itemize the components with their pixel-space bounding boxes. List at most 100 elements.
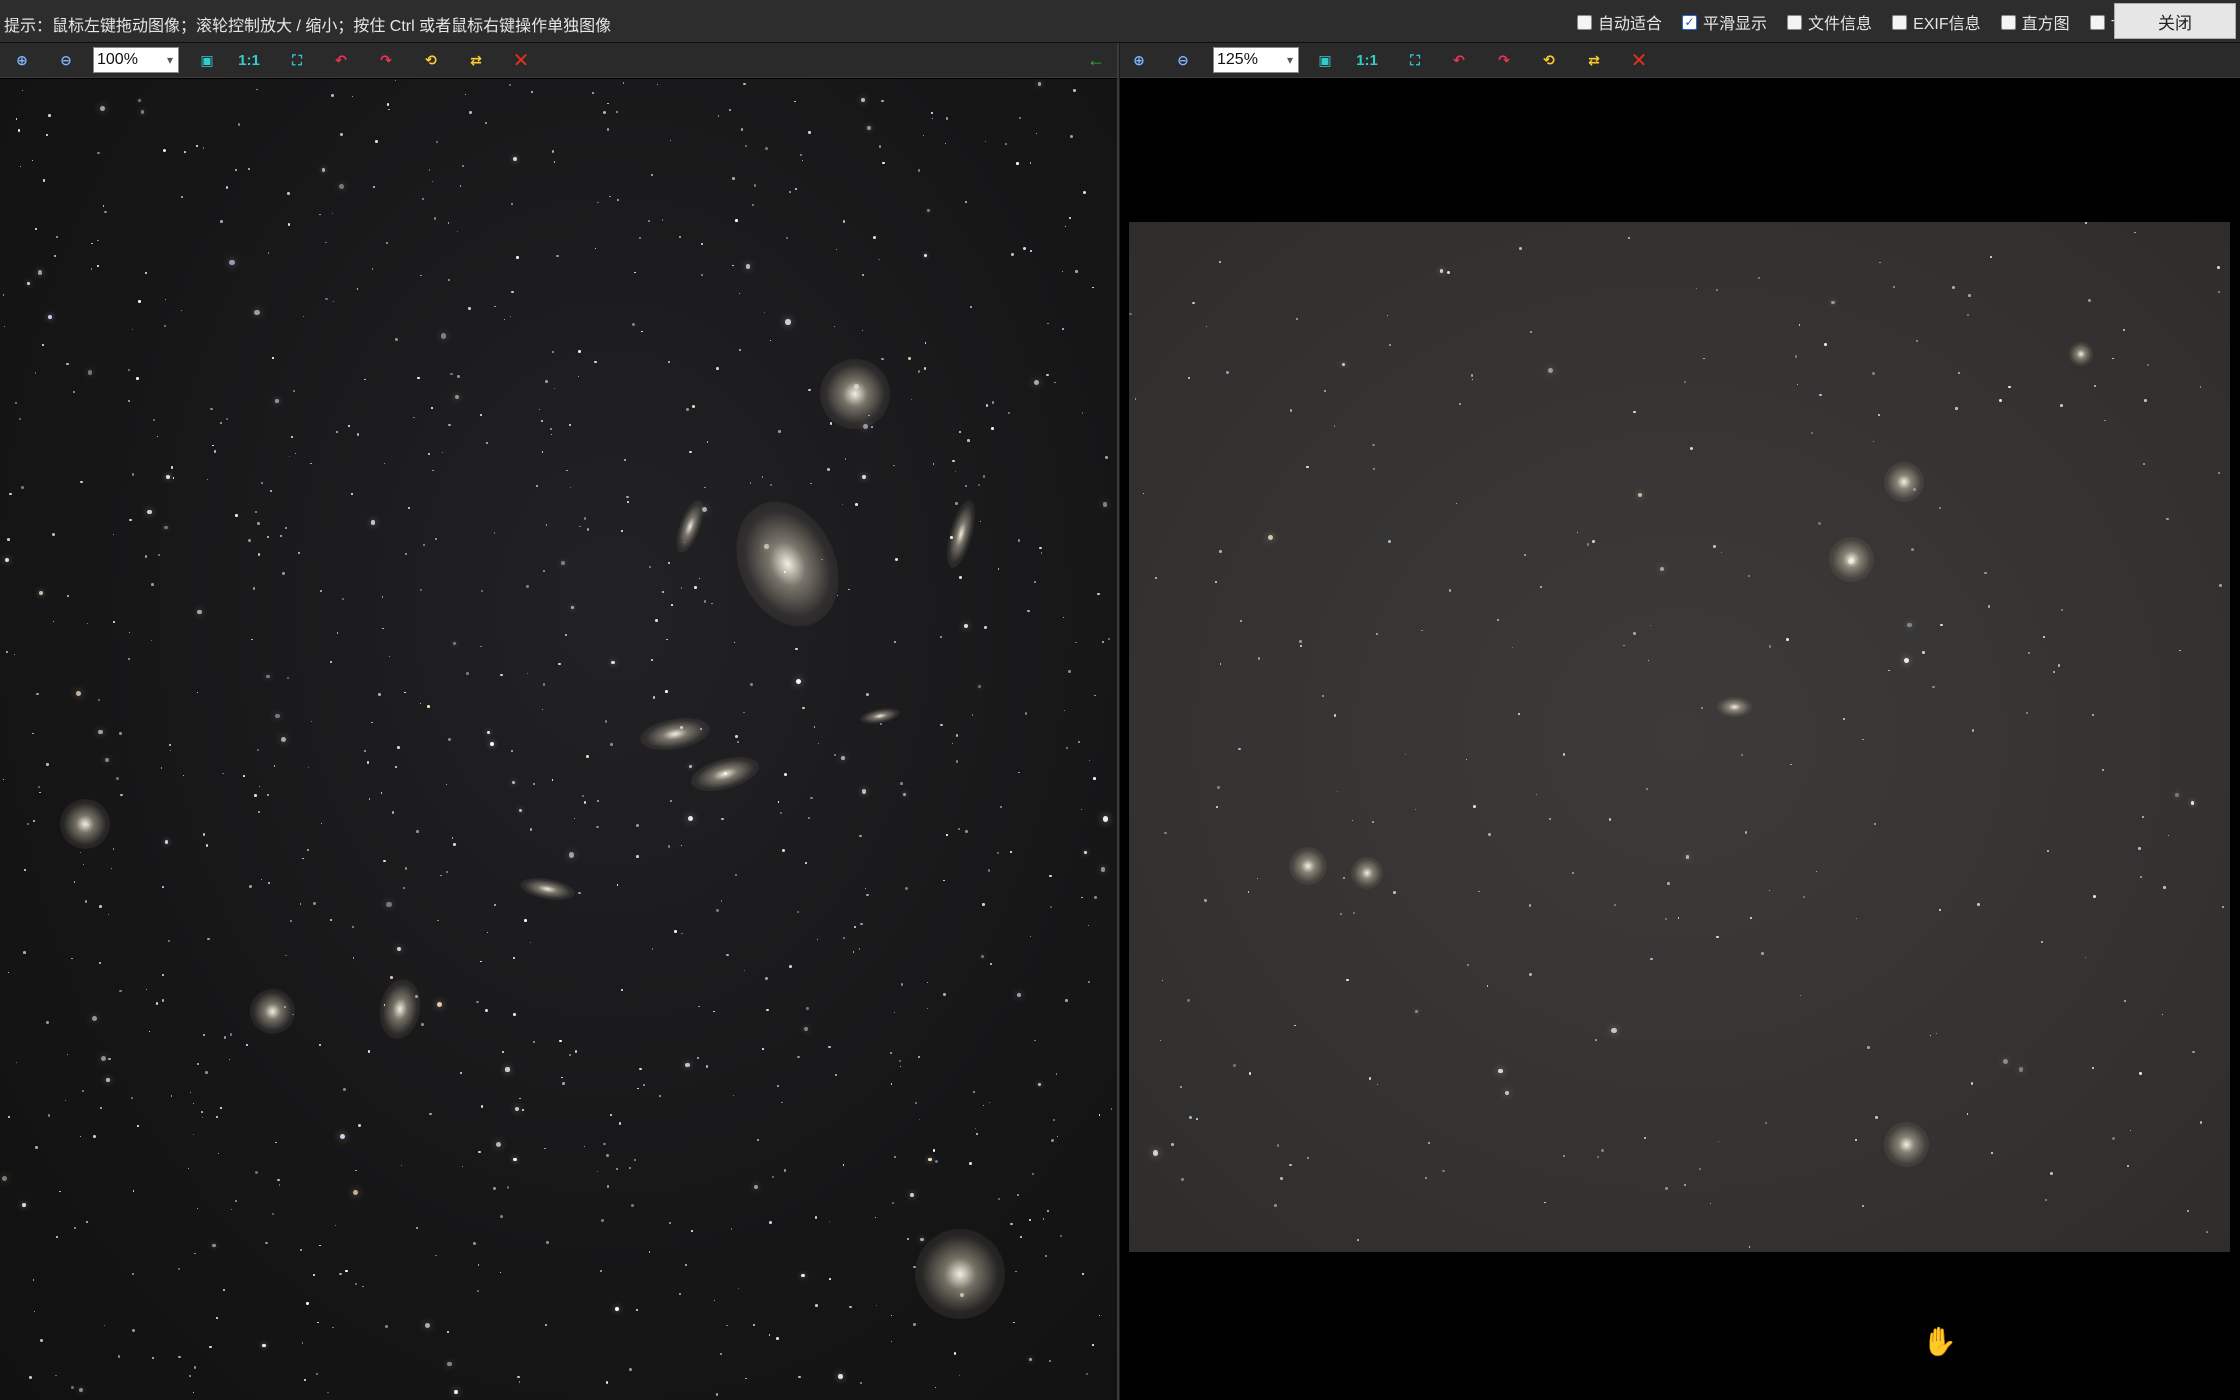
star: [880, 723, 883, 726]
star: [350, 492, 354, 496]
star: [1938, 507, 1941, 510]
zoom-in-icon[interactable]: ⊕: [11, 49, 33, 71]
star: [545, 524, 548, 527]
star: [568, 852, 575, 858]
star: [501, 1050, 504, 1054]
star: [542, 569, 545, 572]
right-star-image[interactable]: [1129, 222, 2230, 1252]
star: [329, 660, 332, 663]
rotate-left-icon[interactable]: ↶: [330, 49, 352, 71]
left-star-image[interactable]: [0, 79, 1117, 1400]
fit-window-icon[interactable]: ▣: [196, 49, 218, 71]
star: [21, 1203, 26, 1208]
right-image-pane[interactable]: ⊕ ⊖ 125% ▾ ▣ 1:1 ⛶ ↶ ↷ ⟲ ⇄ ✕: [1120, 43, 2240, 1400]
star: [131, 328, 134, 331]
arrow-left-icon[interactable]: ←: [1085, 49, 1107, 71]
star: [889, 1051, 892, 1054]
actual-size-button[interactable]: 1:1: [1356, 49, 1378, 71]
swap-icon[interactable]: ⇄: [1583, 49, 1605, 71]
exif-info-checkbox[interactable]: [1892, 14, 1908, 30]
star: [650, 659, 653, 661]
star: [1817, 522, 1821, 525]
star: [202, 833, 206, 836]
star: [546, 1241, 549, 1245]
option-smooth-display[interactable]: ✓ 平滑显示: [1682, 10, 1767, 34]
star: [1110, 1107, 1113, 1110]
star: [405, 552, 407, 555]
rotate-right-icon[interactable]: ↷: [1493, 49, 1515, 71]
auto-fit-checkbox[interactable]: [1577, 14, 1593, 30]
star: [275, 1142, 277, 1144]
star: [1247, 891, 1250, 893]
zoom-out-icon[interactable]: ⊖: [55, 49, 77, 71]
fit-screen-icon[interactable]: ⛶: [286, 49, 308, 71]
option-auto-fit[interactable]: 自动适合: [1577, 10, 1662, 34]
star: [1072, 89, 1076, 92]
sync-icon[interactable]: ⟲: [420, 49, 442, 71]
swap-icon[interactable]: ⇄: [465, 49, 487, 71]
star: [1170, 1143, 1174, 1147]
star: [384, 463, 386, 465]
star: [1153, 1150, 1159, 1156]
zoom-out-icon[interactable]: ⊖: [1172, 49, 1194, 71]
star: [704, 486, 706, 489]
fit-window-icon[interactable]: ▣: [1314, 49, 1336, 71]
star: [838, 1374, 843, 1379]
star: [560, 560, 565, 565]
plus-checkbox[interactable]: [2089, 14, 2105, 30]
sync-icon[interactable]: ⟲: [1538, 49, 1560, 71]
star: [52, 533, 56, 537]
star: [730, 1228, 733, 1231]
star: [1744, 831, 1747, 834]
right-zoom-select[interactable]: 125% ▾: [1213, 47, 1299, 73]
rotate-left-icon[interactable]: ↶: [1448, 49, 1470, 71]
actual-size-button[interactable]: 1:1: [238, 49, 260, 71]
close-button[interactable]: 关闭: [2114, 3, 2236, 39]
star: [1664, 917, 1668, 921]
star: [1368, 1077, 1372, 1080]
star: [140, 110, 145, 114]
star: [403, 887, 405, 890]
star: [294, 452, 297, 455]
star: [1033, 379, 1039, 385]
star: [956, 734, 959, 737]
star: [798, 1375, 801, 1379]
histogram-checkbox[interactable]: [2000, 14, 2016, 30]
star: [1984, 571, 1987, 575]
star: [518, 809, 522, 813]
star: [569, 1053, 572, 1056]
star: [1143, 493, 1145, 495]
star: [795, 647, 799, 651]
fit-screen-icon[interactable]: ⛶: [1404, 49, 1426, 71]
rotate-right-icon[interactable]: ↷: [375, 49, 397, 71]
star: [229, 1033, 233, 1036]
option-file-info[interactable]: 文件信息: [1787, 10, 1872, 34]
star: [891, 1315, 893, 1317]
star: [1333, 714, 1337, 717]
star: [446, 1330, 450, 1334]
star: [1014, 1270, 1017, 1273]
star: [1189, 1116, 1192, 1119]
option-histogram[interactable]: 直方图: [2000, 10, 2070, 34]
star: [765, 977, 769, 981]
star: [1154, 576, 1157, 579]
star: [1467, 963, 1470, 966]
option-exif-info[interactable]: EXIF信息: [1892, 10, 1981, 34]
star: [455, 394, 459, 399]
close-icon[interactable]: ✕: [1628, 49, 1650, 72]
star: [420, 589, 423, 592]
star: [1049, 1359, 1052, 1362]
zoom-in-icon[interactable]: ⊕: [1128, 49, 1150, 71]
star: [688, 450, 692, 454]
star: [1911, 547, 1915, 551]
star: [1601, 1149, 1605, 1153]
star: [2206, 1231, 2208, 1233]
star: [1523, 553, 1527, 557]
star: [431, 407, 433, 409]
left-zoom-select[interactable]: 100% ▾: [93, 47, 179, 73]
smooth-display-checkbox[interactable]: ✓: [1682, 14, 1698, 30]
close-icon[interactable]: ✕: [510, 49, 532, 72]
left-image-pane[interactable]: ⊕ ⊖ 100% ▾ ▣ 1:1 ⛶ ↶ ↷ ⟲ ⇄ ✕ ←: [0, 43, 1119, 1400]
star: [422, 197, 425, 200]
file-info-checkbox[interactable]: [1787, 14, 1803, 30]
